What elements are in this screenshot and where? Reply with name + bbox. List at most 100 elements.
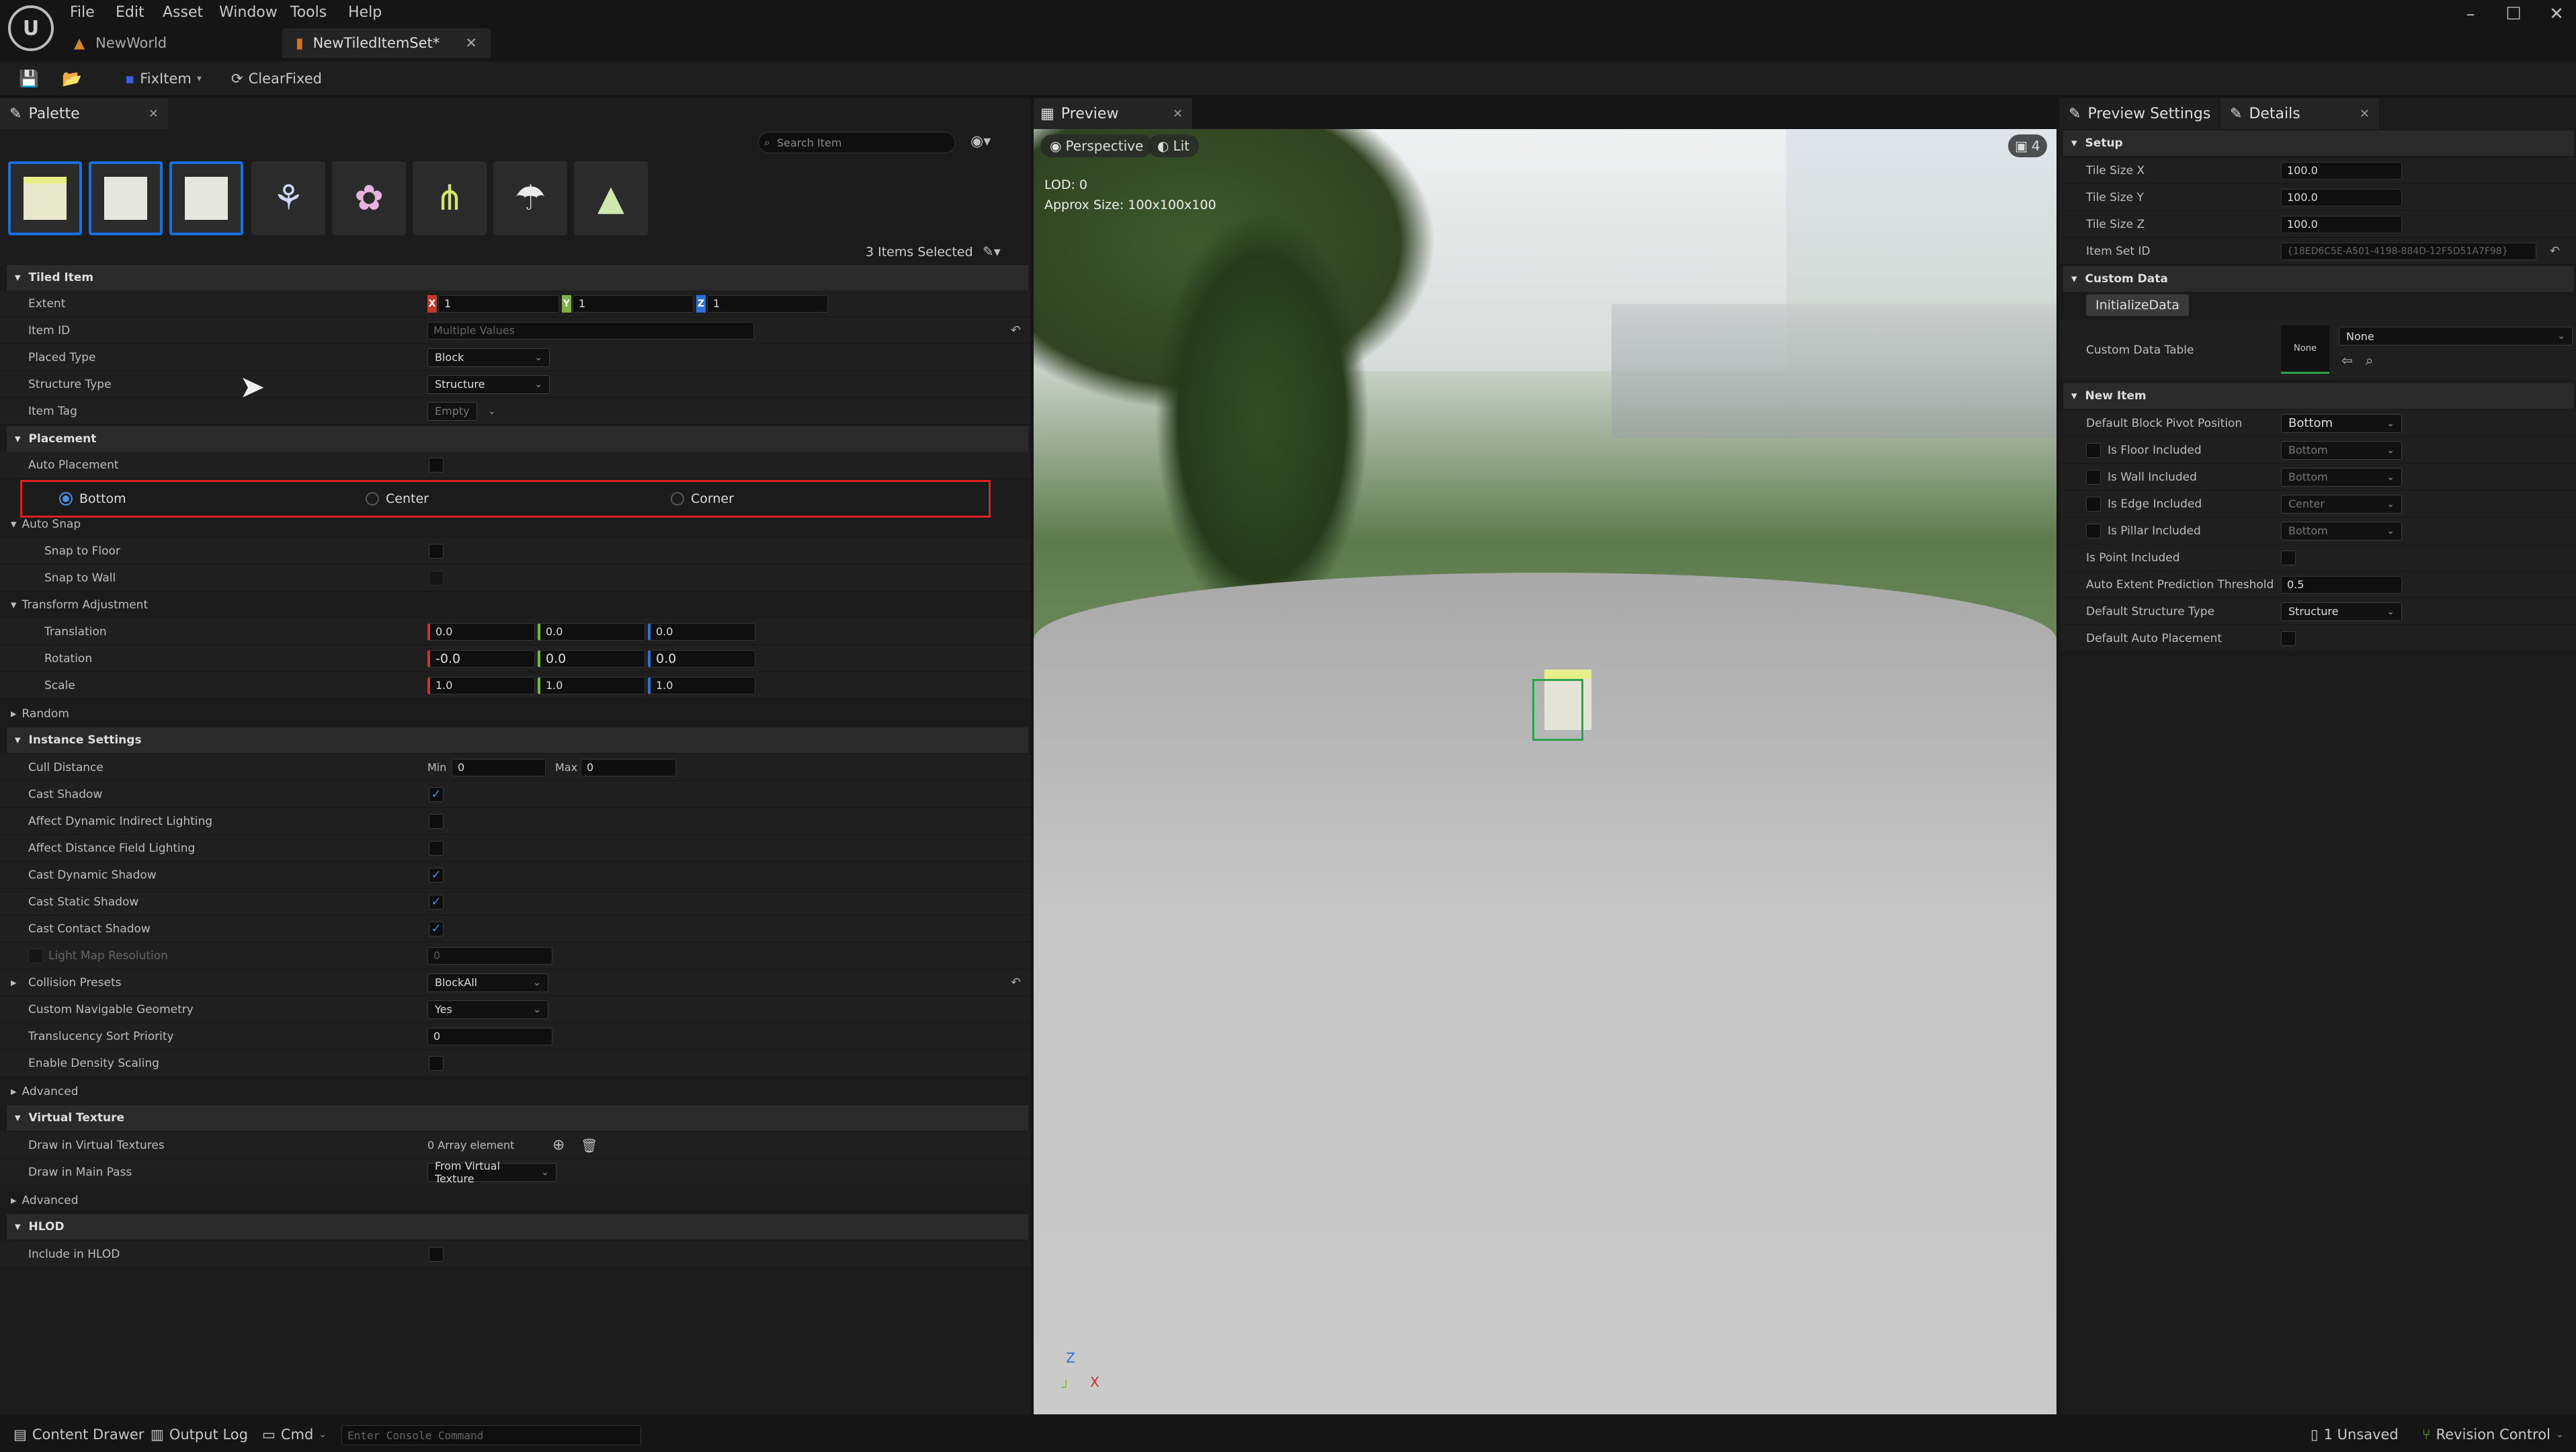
- light-map-input[interactable]: 0: [427, 946, 552, 965]
- radio-center[interactable]: Center: [366, 485, 429, 512]
- data-table-thumbnail[interactable]: None: [2281, 325, 2329, 374]
- output-log-button[interactable]: ▥ Output Log: [151, 1422, 248, 1447]
- affect-distance-checkbox[interactable]: [429, 840, 444, 856]
- revision-control-button[interactable]: ⑂ Revision Control ⌄: [2422, 1422, 2564, 1447]
- tile-y-input[interactable]: 100.0: [2281, 188, 2402, 206]
- section-placement[interactable]: ▾ Placement: [7, 426, 1028, 452]
- tile-z-input[interactable]: 100.0: [2281, 215, 2402, 233]
- menu-window[interactable]: Window: [219, 4, 278, 26]
- draw-main-dropdown[interactable]: From Virtual Texture ⌄: [427, 1160, 556, 1185]
- floor-included-checkbox[interactable]: [2086, 442, 2101, 458]
- light-map-checkbox[interactable]: [28, 948, 43, 963]
- search-input[interactable]: ⌕ Search Item: [758, 132, 956, 153]
- palette-thumb-grass[interactable]: ⋔: [413, 161, 487, 235]
- palette-thumb-cube-3[interactable]: [169, 161, 243, 235]
- scale-x-input[interactable]: 1.0: [427, 676, 535, 694]
- chevron-right-icon[interactable]: ▸: [11, 976, 17, 990]
- collision-dropdown[interactable]: BlockAll ⌄: [427, 973, 548, 992]
- menu-file[interactable]: File: [70, 4, 95, 26]
- lit-button[interactable]: ◐ Lit: [1148, 134, 1199, 157]
- arrow-left-icon[interactable]: ⇦: [2341, 352, 2353, 368]
- cmd-dropdown[interactable]: ▭ Cmd ⌄: [262, 1422, 327, 1447]
- density-scaling-checkbox[interactable]: [429, 1055, 444, 1071]
- reset-icon[interactable]: ↶: [2550, 244, 2560, 258]
- section-advanced-2[interactable]: ▸ Advanced: [0, 1187, 1031, 1214]
- pillar-included-checkbox[interactable]: [2086, 523, 2101, 538]
- section-new-item[interactable]: ▾ New Item: [2063, 383, 2574, 409]
- include-hlod-checkbox[interactable]: [429, 1246, 444, 1262]
- tile-x-input[interactable]: 100.0: [2281, 161, 2402, 179]
- palette-thumb-tree[interactable]: ▲: [574, 161, 648, 235]
- close-icon[interactable]: ✕: [1173, 107, 1183, 121]
- section-hlod[interactable]: ▾ HLOD: [7, 1214, 1028, 1240]
- structure-type-dropdown[interactable]: Structure ⌄: [427, 374, 550, 394]
- scale-y-input[interactable]: 1.0: [538, 676, 645, 694]
- snap-floor-checkbox[interactable]: [429, 543, 444, 559]
- camera-speed-button[interactable]: ▣ 4: [2008, 134, 2047, 157]
- edge-dropdown[interactable]: Center ⌄: [2281, 494, 2402, 514]
- palette-thumb-mushroom[interactable]: ☂: [493, 161, 567, 235]
- extent-z-input[interactable]: 1: [707, 294, 828, 313]
- wall-included-checkbox[interactable]: [2086, 469, 2101, 485]
- edge-included-checkbox[interactable]: [2086, 496, 2101, 512]
- sort-priority-input[interactable]: 0: [427, 1027, 552, 1045]
- minimize-icon[interactable]: –: [2457, 4, 2484, 27]
- radio-bottom[interactable]: Bottom: [59, 485, 126, 512]
- clearfixed-button[interactable]: ⟳ ClearFixed: [231, 66, 322, 91]
- section-tiled-item[interactable]: ▾ Tiled Item: [7, 265, 1028, 290]
- section-virtual-texture[interactable]: ▾ Virtual Texture: [7, 1105, 1028, 1131]
- threshold-input[interactable]: 0.5: [2281, 575, 2402, 594]
- browse-icon[interactable]: 📂: [62, 66, 82, 91]
- menu-help[interactable]: Help: [348, 4, 382, 26]
- tab-palette[interactable]: ✎ Palette ✕: [0, 98, 168, 129]
- initialize-data-button[interactable]: InitializeData: [2086, 294, 2189, 316]
- unreal-logo-icon[interactable]: U: [8, 5, 54, 51]
- tab-newworld[interactable]: ▲ NewWorld: [74, 28, 269, 58]
- save-icon[interactable]: 💾: [19, 66, 39, 91]
- tab-preview[interactable]: ▦ Preview ✕: [1034, 98, 1192, 129]
- menu-asset[interactable]: Asset: [163, 4, 203, 26]
- section-auto-snap[interactable]: ▾ Auto Snap: [0, 511, 1031, 538]
- close-icon[interactable]: ✕: [2360, 107, 2370, 121]
- extent-x-input[interactable]: 1: [438, 294, 559, 313]
- nav-geometry-dropdown[interactable]: Yes ⌄: [427, 1000, 548, 1019]
- section-advanced-1[interactable]: ▸ Advanced: [0, 1078, 1031, 1105]
- item-set-id-input[interactable]: {18ED6C5E-A501-4198-884D-12F5D51A7F98}: [2281, 242, 2536, 260]
- preview-viewport[interactable]: ◉ Perspective ◐ Lit ▣ 4 LOD: 0 Approx Size:…: [1034, 129, 2056, 1414]
- tab-newtileditemset[interactable]: ▮ NewTiledItemSet* ✕: [282, 28, 491, 58]
- add-icon[interactable]: ⊕: [552, 1137, 565, 1154]
- translation-x-input[interactable]: 0.0: [427, 622, 535, 641]
- trash-icon[interactable]: 🗑: [581, 1137, 597, 1154]
- eye-icon[interactable]: ◉▾: [970, 133, 991, 150]
- close-icon[interactable]: ✕: [465, 35, 477, 51]
- cull-max-input[interactable]: 0: [581, 758, 676, 776]
- section-setup[interactable]: ▾ Setup: [2063, 130, 2574, 156]
- item-id-input[interactable]: Multiple Values: [427, 321, 754, 339]
- close-icon[interactable]: ✕: [149, 107, 159, 121]
- fixitem-button[interactable]: ▪ FixItem ▾: [125, 66, 202, 91]
- menu-tools[interactable]: Tools: [290, 4, 327, 26]
- translation-y-input[interactable]: 0.0: [538, 622, 645, 641]
- extent-y-input[interactable]: 1: [573, 294, 694, 313]
- section-custom-data[interactable]: ▾ Custom Data: [2063, 266, 2574, 292]
- reset-icon[interactable]: ↶: [1011, 975, 1021, 990]
- palette-thumb-cube-1[interactable]: [8, 161, 82, 235]
- perspective-button[interactable]: ◉ Perspective: [1040, 134, 1153, 157]
- point-included-checkbox[interactable]: [2281, 550, 2296, 565]
- pivot-dropdown[interactable]: Bottom ⌄: [2281, 413, 2402, 433]
- rotation-z-input[interactable]: 0.0: [648, 649, 755, 668]
- default-structure-dropdown[interactable]: Structure ⌄: [2281, 602, 2402, 621]
- section-random[interactable]: ▸ Random: [0, 700, 1031, 727]
- data-table-dropdown[interactable]: None ⌄: [2339, 327, 2573, 346]
- auto-placement-checkbox[interactable]: [429, 457, 444, 473]
- snap-wall-checkbox[interactable]: [429, 570, 444, 586]
- cast-static-checkbox[interactable]: ✓: [429, 894, 444, 910]
- affect-dynamic-checkbox[interactable]: [429, 813, 444, 829]
- pillar-dropdown[interactable]: Bottom ⌄: [2281, 521, 2402, 540]
- cast-shadow-checkbox[interactable]: ✓: [429, 787, 444, 802]
- placed-type-dropdown[interactable]: Block ⌄: [427, 348, 550, 367]
- palette-thumb-flower[interactable]: ✿: [332, 161, 406, 235]
- chevron-down-icon[interactable]: ⌄: [488, 406, 496, 417]
- cull-min-input[interactable]: 0: [452, 758, 546, 776]
- pin-icon[interactable]: ✎▾: [983, 243, 1001, 259]
